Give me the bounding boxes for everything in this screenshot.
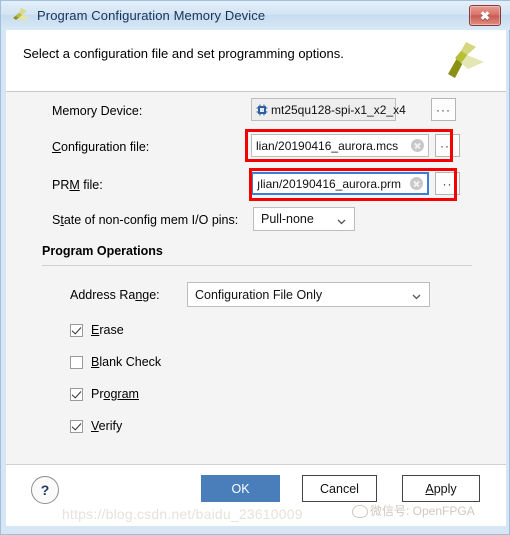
address-range-select[interactable]: Configuration File Only (187, 282, 430, 307)
dialog-panel: Select a configuration file and set prog… (6, 30, 506, 526)
checkbox-program[interactable]: Program (70, 387, 139, 401)
memory-chip-icon (256, 104, 268, 116)
memory-device-value: mt25qu128-spi-x1_x2_x4 (271, 102, 406, 117)
cancel-button[interactable]: Cancel (302, 475, 377, 502)
checkbox-verify[interactable]: Verify (70, 419, 122, 433)
instruction-text: Select a configuration file and set prog… (23, 46, 344, 61)
address-range-value: Configuration File Only (195, 287, 323, 302)
prm-file-label: PRM file: (52, 178, 103, 192)
program-operations-title: Program Operations (42, 244, 163, 258)
chevron-down-icon (337, 215, 346, 224)
ok-button[interactable]: OK (201, 475, 280, 502)
checkbox-verify-label: Verify (91, 419, 123, 433)
ellipsis-icon: ·· (442, 176, 453, 191)
address-range-row: Address Range: Configuration File Only (6, 282, 506, 308)
io-pins-row: State of non-config mem I/O pins: Pull-n… (6, 207, 506, 233)
configuration-file-value: lian/20190416_aurora.mcs (256, 138, 399, 153)
title-bar: Program Configuration Memory Device ✖ (1, 1, 510, 30)
close-icon: ✖ (479, 8, 491, 23)
clear-circle-icon[interactable] (411, 139, 424, 152)
configuration-file-input[interactable]: lian/20190416_aurora.mcs (251, 134, 429, 157)
memory-device-row: Memory Device: mt25qu128-spi-x1_x2_x4 ··… (6, 98, 506, 124)
xilinx-logo-icon (10, 7, 32, 25)
ellipsis-icon: ··· (436, 102, 451, 117)
checkbox-blank-check-label: Blank Check (91, 355, 162, 369)
configuration-file-browse-button[interactable]: ··· (435, 134, 460, 157)
io-pins-value: Pull-none (261, 212, 314, 226)
question-mark-icon: ? (40, 482, 50, 498)
checkbox-blank-check-box[interactable] (70, 355, 83, 369)
checkbox-blank-check[interactable]: Blank Check (70, 355, 161, 369)
io-pins-select[interactable]: Pull-none (253, 207, 355, 231)
chevron-down-icon (412, 290, 421, 300)
address-range-label: Address Range: (70, 288, 160, 302)
dialog-footer: ? OK Cancel Apply (6, 464, 506, 526)
checkbox-program-label: Program (91, 387, 139, 401)
ok-button-label: OK (231, 481, 250, 496)
cancel-button-label: Cancel (320, 481, 359, 496)
prm-file-value: յlian/20190416_aurora.prm (257, 176, 402, 191)
ellipsis-icon: ··· (440, 138, 455, 153)
memory-device-field: mt25qu128-spi-x1_x2_x4 (251, 98, 406, 121)
apply-button-label: Apply (425, 481, 457, 496)
checkbox-erase-label: Erase (91, 323, 124, 337)
checkbox-program-box[interactable] (70, 387, 83, 401)
prm-file-input[interactable]: յlian/20190416_aurora.prm (251, 172, 429, 195)
section-divider (42, 265, 472, 266)
apply-button[interactable]: Apply (402, 475, 480, 502)
configuration-file-label: Configuration file: (52, 140, 150, 154)
checkbox-erase-box[interactable] (70, 323, 83, 337)
io-pins-label: State of non-config mem I/O pins: (52, 213, 239, 227)
clear-circle-icon[interactable] (410, 177, 423, 190)
memory-device-label: Memory Device: (52, 104, 143, 118)
prm-file-row: PRM file: յlian/20190416_aurora.prm ·· (6, 172, 506, 198)
dialog-header: Select a configuration file and set prog… (6, 30, 506, 92)
dialog-content: Memory Device: mt25qu128-spi-x1_x2_x4 ··… (6, 92, 506, 464)
checkbox-erase[interactable]: Erase (70, 323, 124, 337)
close-button[interactable]: ✖ (469, 5, 501, 26)
xilinx-pinwheel-logo (442, 40, 486, 82)
window-title: Program Configuration Memory Device (37, 8, 266, 23)
help-button[interactable]: ? (31, 476, 59, 504)
prm-file-browse-button[interactable]: ·· (435, 172, 460, 195)
checkbox-verify-box[interactable] (70, 419, 83, 433)
configuration-file-row: Configuration file: lian/20190416_aurora… (6, 134, 506, 160)
dialog-window: Program Configuration Memory Device ✖ Se… (0, 0, 510, 535)
memory-device-browse-button[interactable]: ··· (431, 98, 456, 121)
